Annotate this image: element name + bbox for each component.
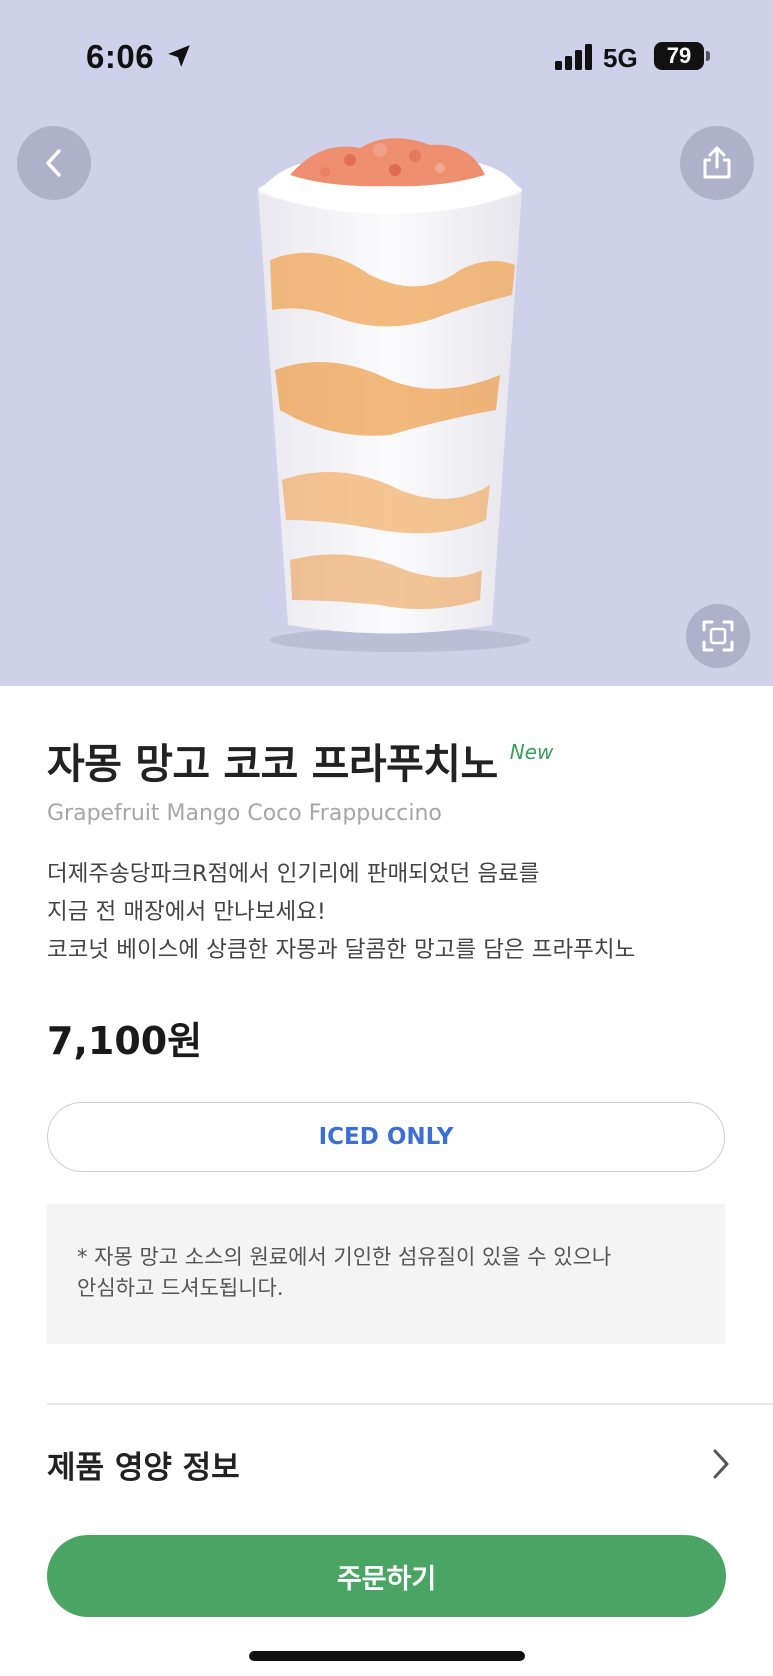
product-english-name: Grapefruit Mango Coco Frappuccino [47, 801, 442, 826]
nutrition-info-row[interactable]: 제품 영양 정보 [47, 1436, 733, 1492]
notice-line: 안심하고 드셔도됩니다. [77, 1276, 284, 1300]
chevron-left-icon [46, 149, 61, 177]
chevron-right-icon [713, 1449, 729, 1479]
product-price: 7,100원 [47, 1019, 203, 1063]
home-indicator[interactable] [249, 1651, 525, 1661]
product-hero-image: 6:06 5G 79 [0, 0, 773, 686]
new-badge: New [509, 740, 554, 764]
description-line: 코코넛 베이스에 상큼한 자몽과 달콤한 망고를 담은 프라푸치노 [47, 937, 636, 963]
share-icon [703, 146, 731, 179]
product-name: 자몽 망고 코코 프라푸치노 [47, 740, 498, 788]
product-title-row: 자몽 망고 코코 프라푸치노 New [47, 730, 553, 790]
back-button[interactable] [17, 126, 91, 200]
order-button[interactable]: 주문하기 [47, 1535, 726, 1617]
product-notice: * 자몽 망고 소스의 원료에서 기인한 섬유질이 있을 수 있으나 안심하고 … [47, 1204, 725, 1344]
fullscreen-icon [702, 620, 734, 652]
location-arrow-icon [168, 45, 190, 67]
nutrition-info-label: 제품 영양 정보 [47, 1449, 240, 1486]
iced-only-option[interactable]: ICED ONLY [47, 1102, 725, 1172]
description-line: 지금 전 매장에서 만나보세요! [47, 899, 326, 925]
status-bar: 6:06 5G 79 [0, 0, 773, 110]
battery-icon: 79 [654, 42, 710, 70]
status-time: 6:06 [86, 38, 155, 75]
fullscreen-button[interactable] [686, 604, 750, 668]
description-line: 더제주송당파크R점에서 인기리에 판매되었던 음료를 [47, 861, 540, 887]
frappuccino-drink-image [258, 138, 530, 652]
notice-line: * 자몽 망고 소스의 원료에서 기인한 섬유질이 있을 수 있으나 [77, 1245, 612, 1269]
battery-level: 79 [666, 43, 692, 68]
share-button[interactable] [680, 126, 754, 200]
network-type: 5G [603, 43, 638, 73]
product-description: 더제주송당파크R점에서 인기리에 판매되었던 음료를 지금 전 매장에서 만나보… [47, 855, 737, 969]
divider [47, 1403, 773, 1405]
cellular-signal-icon [555, 44, 592, 70]
